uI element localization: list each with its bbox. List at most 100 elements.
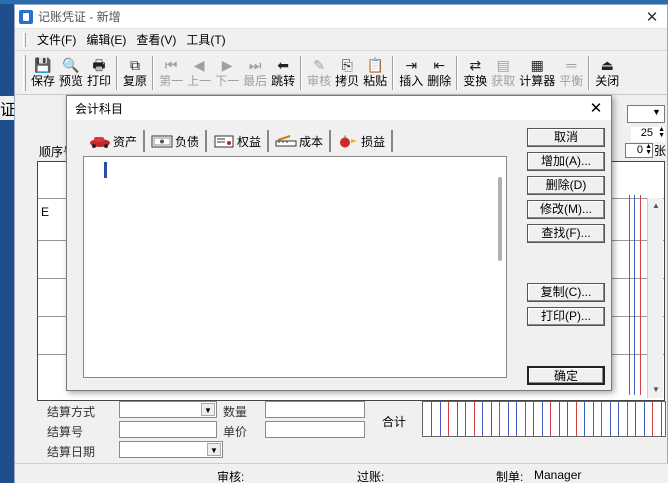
toolbar-button[interactable]: ▶ 下一 bbox=[213, 53, 241, 93]
scroll-up-icon[interactable]: ▲ bbox=[648, 198, 664, 214]
spin-year-field[interactable]: 25 ▲ ▼ bbox=[631, 126, 665, 142]
subject-tree-panel[interactable] bbox=[83, 156, 507, 378]
amount-column-line bbox=[490, 402, 492, 436]
toolbar-button[interactable]: ▤ 获取 bbox=[489, 53, 517, 93]
tab-profit-loss[interactable]: 损益 bbox=[331, 130, 394, 152]
toolbar-grip[interactable] bbox=[23, 54, 26, 91]
toolbar-icon: ✎ bbox=[313, 57, 326, 73]
attachment-count-value: 0 bbox=[636, 144, 643, 156]
toolbar-icon: ⏮ bbox=[164, 57, 178, 73]
spin-arrows-icon[interactable]: ▲ ▼ bbox=[644, 143, 652, 156]
quantity-input[interactable] bbox=[265, 401, 365, 418]
toolbar-button[interactable]: 🖶 打印 bbox=[85, 53, 113, 93]
unit-price-input[interactable] bbox=[265, 421, 365, 438]
toolbar-button[interactable]: ⎘ 拷贝 bbox=[333, 53, 361, 93]
toolbar-icon: ▦ bbox=[530, 57, 544, 73]
settle-method-select[interactable]: ▼ bbox=[119, 401, 217, 418]
amount-column-line bbox=[660, 402, 662, 436]
dropdown-arrow-icon[interactable]: ▼ bbox=[207, 443, 221, 456]
toolbar-icon: ⏏ bbox=[600, 57, 614, 73]
menu-file[interactable]: 文件(F) bbox=[32, 31, 81, 48]
toolbar-button[interactable]: ═ 平衡 bbox=[557, 53, 585, 93]
amount-column-line bbox=[456, 402, 458, 436]
menu-tools[interactable]: 工具(T) bbox=[181, 31, 230, 48]
toolbar-button[interactable]: ◀ 上一 bbox=[185, 53, 213, 93]
dialog-title: 会计科目 bbox=[75, 101, 124, 116]
amount-column-line bbox=[567, 402, 568, 436]
toolbar-icon: 🔍 bbox=[62, 57, 80, 73]
settle-number-input[interactable] bbox=[119, 421, 217, 438]
ok-button[interactable]: 确定 bbox=[527, 366, 605, 385]
amount-column-line bbox=[626, 402, 628, 436]
total-label: 合计 bbox=[382, 415, 407, 429]
toolbar-button-label: 拷贝 bbox=[335, 74, 360, 88]
toolbar-icon: ⇤ bbox=[433, 57, 446, 73]
amount-column-line bbox=[635, 402, 636, 436]
toolbar-separator bbox=[116, 55, 119, 90]
window-title: 记账凭证 - 新增 bbox=[38, 10, 121, 24]
edit-button[interactable]: 修改(M)... bbox=[527, 200, 605, 219]
spin-arrows-icon[interactable]: ▲ ▼ bbox=[657, 126, 665, 139]
tab-label: 资产 bbox=[113, 134, 138, 149]
car-icon bbox=[90, 136, 110, 148]
toolbar-button[interactable]: 📋 粘贴 bbox=[361, 53, 389, 93]
toolbar-button[interactable]: ⏭ 最后 bbox=[241, 53, 269, 93]
tab-equity[interactable]: 权益 bbox=[207, 130, 270, 152]
window-close-button[interactable]: ✕ bbox=[637, 8, 667, 26]
toolbar-button-label: 保存 bbox=[31, 74, 56, 88]
toolbar-button[interactable]: ⇥ 插入 bbox=[397, 53, 425, 93]
toolbar-button[interactable]: ▦ 计算器 bbox=[517, 53, 557, 93]
delete-button[interactable]: 删除(D) bbox=[527, 176, 605, 195]
menu-edit[interactable]: 编辑(E) bbox=[81, 31, 131, 48]
toolbar-icon: 🖶 bbox=[92, 57, 106, 73]
attachment-count-field[interactable]: 0 ▲ ▼ bbox=[625, 143, 653, 158]
dialog-close-button[interactable]: ✕ bbox=[581, 99, 611, 117]
panel-scrollbar-thumb[interactable] bbox=[498, 177, 502, 261]
toolbar-button[interactable]: ⏏ 关闭 bbox=[593, 53, 621, 93]
toolbar-button[interactable]: ✎ 审核 bbox=[305, 53, 333, 93]
add-button[interactable]: 增加(A)... bbox=[527, 152, 605, 171]
copy-button[interactable]: 复制(C)... bbox=[527, 283, 605, 302]
menubar-grip[interactable] bbox=[23, 32, 26, 47]
scroll-down-icon[interactable]: ▼ bbox=[648, 382, 664, 398]
toolbar-button-label: 计算器 bbox=[519, 74, 556, 88]
amount-column-line bbox=[592, 402, 594, 436]
subject-tabs: 资产 负债 权益 成本 损益 bbox=[83, 130, 394, 152]
toolbar-button[interactable]: ⇄ 变换 bbox=[461, 53, 489, 93]
app-icon bbox=[19, 9, 33, 24]
toolbar-button-label: 获取 bbox=[491, 74, 516, 88]
cancel-button[interactable]: 取消 bbox=[527, 128, 605, 147]
period-combo[interactable] bbox=[627, 105, 665, 123]
toolbar-icon: ⧉ bbox=[130, 57, 141, 73]
toolbar-button-label: 复原 bbox=[123, 74, 148, 88]
toolbar-separator bbox=[300, 55, 303, 90]
toolbar-button-label: 变换 bbox=[463, 74, 488, 88]
toolbar-button[interactable]: ⧉ 复原 bbox=[121, 53, 149, 93]
menu-view[interactable]: 查看(V) bbox=[131, 31, 181, 48]
tab-cost[interactable]: 成本 bbox=[269, 130, 332, 152]
tab-liabilities[interactable]: 负债 bbox=[145, 130, 208, 152]
status-bar: 审核: 过账: 制单: Manager bbox=[15, 463, 668, 483]
toolbar-button-label: 上一 bbox=[187, 74, 212, 88]
toolbar-button[interactable]: ⇤ 删除 bbox=[425, 53, 453, 93]
dialog-titlebar: 会计科目 ✕ bbox=[67, 96, 611, 120]
certificate-icon bbox=[214, 135, 234, 147]
toolbar-separator bbox=[456, 55, 459, 90]
toolbar-button-label: 粘贴 bbox=[363, 74, 388, 88]
amount-column-line bbox=[584, 402, 585, 436]
toolbar-button[interactable]: 💾 保存 bbox=[29, 53, 57, 93]
apple-icon bbox=[340, 135, 358, 147]
print-button[interactable]: 打印(P)... bbox=[527, 307, 605, 326]
toolbar-separator bbox=[152, 55, 155, 90]
amount-column-line bbox=[473, 402, 475, 436]
toolbar-button[interactable]: ⏮ 第一 bbox=[157, 53, 185, 93]
dropdown-arrow-icon[interactable]: ▼ bbox=[201, 403, 215, 416]
toolbar-button[interactable]: ⬅ 跳转 bbox=[269, 53, 297, 93]
grid-scrollbar[interactable]: ▲ ▼ bbox=[647, 198, 663, 398]
toolbar-button[interactable]: 🔍 预览 bbox=[57, 53, 85, 93]
amount-column-line bbox=[558, 402, 560, 436]
amount-column-line bbox=[618, 402, 619, 436]
tab-assets[interactable]: 资产 bbox=[83, 130, 146, 152]
find-button[interactable]: 查找(F)... bbox=[527, 224, 605, 243]
settle-date-select[interactable]: ▼ bbox=[119, 441, 223, 458]
